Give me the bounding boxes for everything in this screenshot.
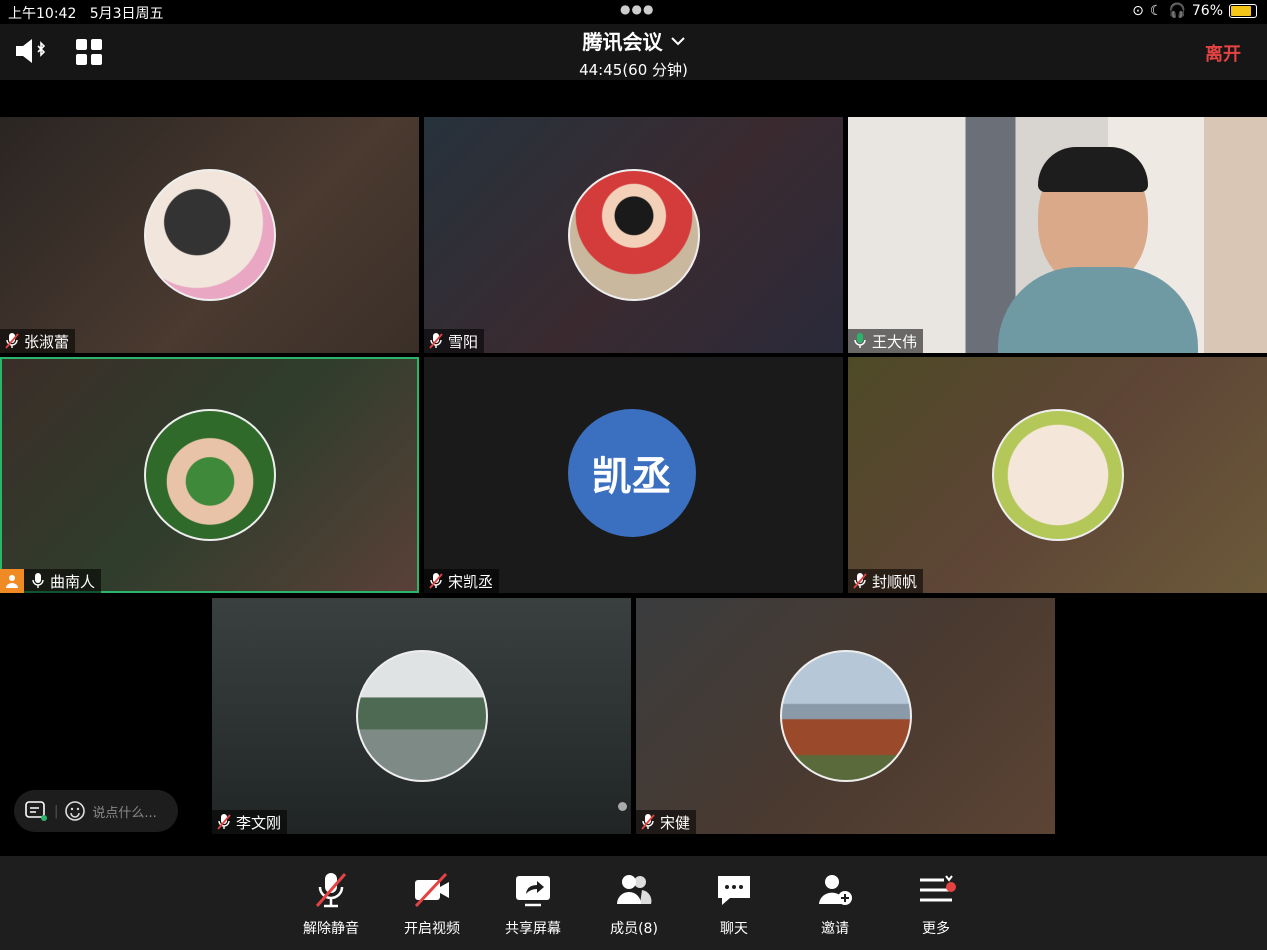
share-label: 共享屏幕 — [505, 921, 561, 937]
caption-icon[interactable] — [24, 800, 48, 822]
participant-avatar — [779, 650, 912, 782]
share-screen-button[interactable]: 共享屏幕 — [493, 870, 573, 938]
participant-tile[interactable]: 张淑蕾 — [0, 117, 419, 353]
participant-name: 王大伟 — [872, 332, 918, 351]
participant-tile[interactable]: 宋健 — [636, 598, 1055, 834]
chat-icon — [718, 876, 750, 905]
mic-muted-icon — [217, 814, 231, 830]
participant-name: 宋健 — [660, 813, 691, 832]
participant-name: 雪阳 — [448, 332, 479, 351]
participant-avatar — [991, 409, 1124, 541]
invite-label: 邀请 — [821, 921, 849, 937]
participant-tile[interactable]: 封顺帆 — [848, 357, 1267, 593]
share-screen-icon — [516, 876, 550, 907]
participant-name: 封顺帆 — [872, 572, 918, 591]
participant-avatar — [567, 169, 700, 301]
leave-button[interactable]: 离开 — [1205, 40, 1241, 66]
members-button[interactable]: 成员(8) — [594, 870, 674, 938]
mic-muted-icon — [641, 814, 655, 830]
link-icon: ⊙ — [1132, 3, 1144, 19]
participant-avatar: 凯丞 — [567, 409, 696, 537]
meeting-title[interactable]: 腾讯会议 — [583, 26, 685, 55]
participant-nametag: 王大伟 — [848, 329, 924, 353]
participant-avatar — [355, 650, 488, 782]
page-indicator-dot — [618, 802, 627, 811]
participant-tile[interactable]: 雪阳 — [424, 117, 843, 353]
unmute-label: 解除静音 — [303, 921, 359, 937]
headphones-icon: 🎧 — [1168, 3, 1186, 19]
clock-text: 上午10:42 — [8, 6, 77, 22]
participant-nametag: 宋健 — [636, 810, 697, 834]
mic-muted-icon — [315, 873, 347, 908]
participant-tile[interactable]: 凯丞 宋凯丞 — [424, 357, 843, 593]
video-label: 开启视频 — [404, 921, 460, 937]
battery-percent: 76% — [1191, 3, 1223, 19]
participant-nametag: 曲南人 — [0, 569, 102, 593]
multitask-dots-icon[interactable]: ●●● — [620, 2, 654, 16]
participant-name: 张淑蕾 — [24, 332, 70, 351]
date-text: 5月3日周五 — [89, 6, 164, 22]
avatar-initials: 凯丞 — [591, 454, 672, 500]
meeting-header: 腾讯会议 44:45(60 分钟) 离开 — [0, 24, 1267, 80]
participant-avatar — [143, 409, 276, 541]
participant-nametag: 李文刚 — [212, 810, 288, 834]
chevron-down-icon[interactable] — [670, 36, 685, 46]
mic-muted-icon — [853, 573, 867, 589]
mic-on-icon — [854, 333, 866, 348]
mic-muted-icon — [429, 573, 443, 589]
participant-name: 李文刚 — [236, 813, 282, 832]
more-label: 更多 — [922, 921, 950, 937]
notification-dot — [946, 882, 956, 892]
mic-muted-icon — [5, 333, 19, 349]
status-bar: 上午10:42 5月3日周五 ●●● ⊙ ☾ 🎧 76% — [0, 0, 1267, 24]
participant-avatar — [143, 169, 276, 301]
meeting-timer: 44:45(60 分钟) — [579, 61, 688, 79]
members-label: 成员(8) — [610, 921, 658, 937]
unmute-button[interactable]: 解除静音 — [291, 870, 371, 938]
divider: | — [54, 803, 59, 819]
participant-nametag: 雪阳 — [424, 329, 485, 353]
mic-on-icon — [32, 573, 44, 588]
meeting-title-text: 腾讯会议 — [582, 30, 663, 54]
members-icon — [617, 875, 652, 904]
emoji-icon[interactable] — [64, 800, 86, 822]
status-time: 上午10:42 5月3日周五 — [8, 3, 164, 23]
more-button[interactable]: 更多 — [896, 870, 976, 938]
video-off-icon — [414, 872, 449, 908]
participant-nametag: 宋凯丞 — [424, 569, 500, 593]
status-icons: ⊙ ☾ 🎧 76% — [1132, 3, 1257, 19]
video-person — [998, 147, 1198, 353]
chat-label: 聊天 — [720, 921, 748, 937]
chat-input[interactable]: | 说点什么... — [14, 790, 178, 832]
chat-button[interactable]: 聊天 — [694, 870, 774, 938]
participant-tile-active[interactable]: 曲南人 — [0, 357, 419, 593]
battery-icon — [1229, 4, 1257, 18]
invite-button[interactable]: 邀请 — [795, 870, 875, 938]
participant-nametag: 封顺帆 — [848, 569, 924, 593]
mic-muted-icon — [429, 333, 443, 349]
chat-placeholder: 说点什么... — [92, 805, 157, 821]
moon-icon: ☾ — [1149, 3, 1163, 19]
participant-name: 曲南人 — [50, 572, 96, 591]
bottom-toolbar: 解除静音 开启视频 共享屏幕 成员(8) 聊天 邀请 更多 — [0, 856, 1267, 950]
participant-name: 宋凯丞 — [448, 572, 494, 591]
add-user-icon — [819, 875, 852, 905]
participant-tile[interactable]: 王大伟 — [848, 117, 1267, 353]
participant-nametag: 张淑蕾 — [0, 329, 76, 353]
participant-tile[interactable]: 李文刚 — [212, 598, 631, 834]
start-video-button[interactable]: 开启视频 — [392, 870, 472, 938]
host-user-icon — [0, 569, 24, 593]
